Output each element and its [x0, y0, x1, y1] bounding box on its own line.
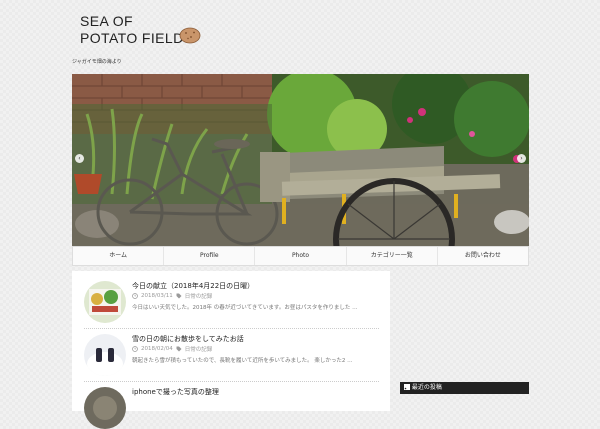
post-title[interactable]: iphoneで撮った写真の整理: [132, 387, 219, 397]
nav-item-home[interactable]: ホーム: [73, 247, 165, 265]
tag-icon: [176, 293, 182, 299]
post-date: 2018/02/04: [141, 346, 173, 352]
post-title[interactable]: 雪の日の朝にお散歩をしてみたお話: [132, 334, 244, 344]
hero-image: [72, 74, 529, 246]
slider-prev-button[interactable]: ‹: [75, 154, 84, 163]
global-nav: ホーム Profile Photo カテゴリー一覧 お問い合わせ: [72, 246, 529, 266]
site-logo[interactable]: SEA OF POTATO FIELDS: [80, 13, 201, 47]
nav-item-categories[interactable]: カテゴリー一覧: [347, 247, 438, 265]
potato-icon: [179, 27, 201, 44]
hero-slider[interactable]: ‹ ›: [72, 74, 529, 246]
site-tagline: ジャガイモ畑の海より: [72, 59, 122, 65]
post-meta: 2018/03/11 日常の記録: [132, 292, 212, 300]
logo-line-1: SEA OF: [80, 13, 133, 29]
list-item[interactable]: 今日の献立（2018年4月22日の日曜） 2018/03/11 日常の記録 今日…: [84, 281, 379, 329]
post-list: 今日の献立（2018年4月22日の日曜） 2018/03/11 日常の記録 今日…: [72, 271, 390, 429]
post-excerpt: 朝起きたら雪が積もっていたので、長靴を履いて近所を歩いてみました。 楽しかった2…: [132, 358, 353, 364]
list-item[interactable]: 雪の日の朝にお散歩をしてみたお話 2018/02/04 日常の記録 朝起きたら雪…: [84, 334, 379, 382]
nav-item-profile[interactable]: Profile: [164, 247, 256, 265]
post-category[interactable]: 日常の記録: [185, 292, 213, 300]
nav-item-photo[interactable]: Photo: [255, 247, 347, 265]
tag-icon: [176, 346, 182, 352]
clock-icon: [132, 346, 138, 352]
rss-icon: [404, 383, 410, 390]
post-thumbnail[interactable]: [84, 387, 126, 429]
post-thumbnail[interactable]: [84, 281, 126, 323]
sidebar-widget-title: 最近の投稿: [400, 382, 529, 394]
logo-line-2: POTATO FIELDS: [80, 30, 194, 46]
clock-icon: [132, 293, 138, 299]
post-meta: 2018/02/04 日常の記録: [132, 345, 212, 353]
post-date: 2018/03/11: [141, 293, 173, 299]
list-item[interactable]: iphoneで撮った写真の整理: [84, 387, 379, 429]
post-thumbnail[interactable]: [84, 334, 126, 376]
nav-item-contact[interactable]: お問い合わせ: [438, 247, 528, 265]
post-category[interactable]: 日常の記録: [185, 345, 213, 353]
post-excerpt: 今日はいい天気でした。2018年 の春が近づいてきています。お昼はパスタを作りま…: [132, 305, 358, 311]
slider-next-button[interactable]: ›: [517, 154, 526, 163]
post-title[interactable]: 今日の献立（2018年4月22日の日曜）: [132, 281, 254, 291]
sidebar-heading: 最近の投稿: [411, 384, 442, 391]
